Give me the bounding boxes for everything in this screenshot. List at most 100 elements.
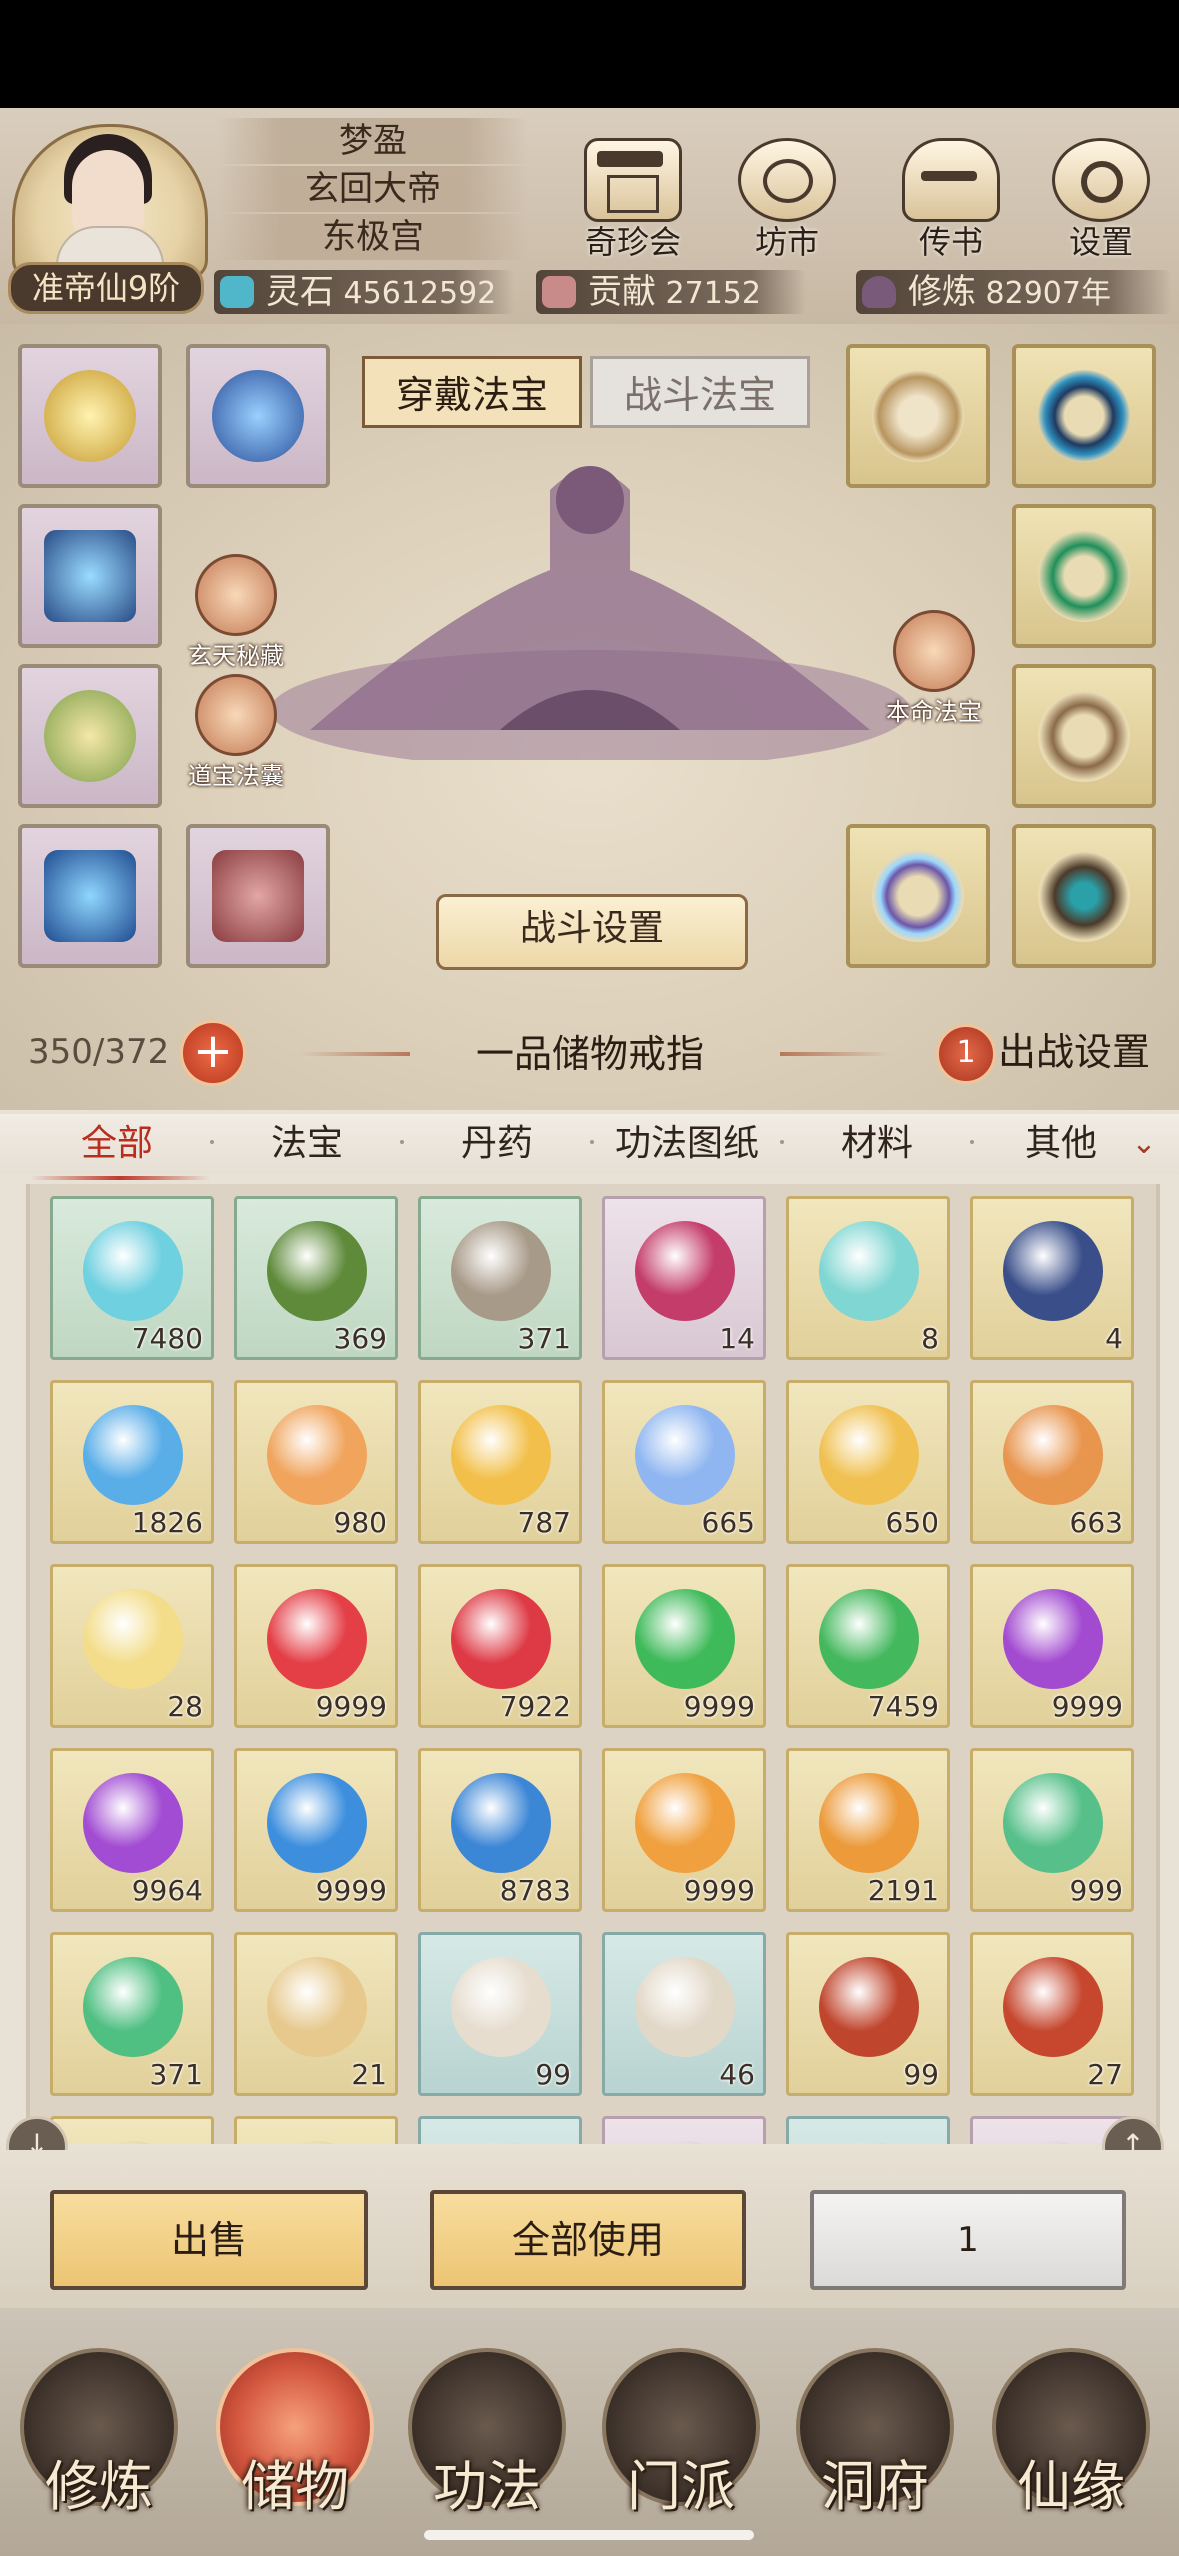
inventory-item[interactable]: 7480 [50, 1196, 214, 1360]
filter-tab-all[interactable]: 全部 [32, 1114, 202, 1174]
inventory-item[interactable]: 371 [50, 1932, 214, 2096]
chevron-down-icon[interactable]: ⌄ [1124, 1122, 1164, 1166]
meditating-figure [270, 466, 910, 760]
equip-slot-boots[interactable] [186, 824, 330, 968]
storage-ring-title: 一品储物戒指 [475, 1032, 704, 1076]
item-icon [267, 1221, 367, 1321]
resource-spirit-stone[interactable]: 灵石 45612592 [214, 270, 514, 314]
player-title: 玄回大帝 [218, 166, 528, 212]
inventory-item[interactable]: 7459 [786, 1564, 950, 1728]
equip-slot-helmet[interactable] [186, 344, 330, 488]
xuantian-treasury-button[interactable]: 玄天秘藏 [188, 554, 284, 670]
resource-contribution[interactable]: 贡献 27152 [536, 270, 806, 314]
inventory-item[interactable]: 21 [234, 1932, 398, 2096]
filter-tab-techniques[interactable]: 功法图纸 [602, 1114, 772, 1174]
equip-slot-pants[interactable] [18, 824, 162, 968]
inventory-item[interactable] [234, 2116, 398, 2144]
resource-cultivation[interactable]: 修炼 82907年 [856, 270, 1172, 314]
inventory-item[interactable]: 8 [786, 1196, 950, 1360]
equip-slot-ring-6[interactable] [1012, 824, 1156, 968]
battle-setup-button[interactable]: 出战设置 [998, 1022, 1150, 1082]
item-quantity: 999 [1069, 1874, 1123, 1907]
inventory-item[interactable]: 665 [602, 1380, 766, 1544]
inventory-item[interactable]: 9999 [970, 1564, 1134, 1728]
inventory-item[interactable]: 2191 [786, 1748, 950, 1912]
inventory-item[interactable]: 999 [970, 1748, 1134, 1912]
nav-label: 门派 [627, 2455, 735, 2518]
inventory-item[interactable]: 8783 [418, 1748, 582, 1912]
inventory-item[interactable]: 9999 [602, 1748, 766, 1912]
inventory-item[interactable]: 4 [970, 1196, 1134, 1360]
equip-slot-ring-4[interactable] [1012, 664, 1156, 808]
market-icon [738, 138, 836, 222]
equip-slot-ring-2[interactable] [1012, 344, 1156, 488]
inventory-item[interactable] [418, 2116, 582, 2144]
daobao-label: 道宝法囊 [188, 762, 284, 790]
filter-separator [590, 1140, 594, 1144]
ring-icon [1038, 690, 1130, 782]
inventory-item[interactable]: 369 [234, 1196, 398, 1360]
resource-label: 灵石 [266, 272, 334, 312]
sell-button[interactable]: 出售 [50, 2190, 368, 2290]
nav-tab-storage-bag[interactable]: 储物 [210, 2348, 380, 2538]
filter-separator [780, 1140, 784, 1144]
inventory-item[interactable]: 663 [970, 1380, 1134, 1544]
ornament-right [780, 1052, 890, 1056]
equip-slot-ring-5[interactable] [846, 824, 990, 968]
equip-slot-armor[interactable] [18, 504, 162, 648]
top-menu-chuanshu[interactable]: 传书 [896, 138, 1006, 261]
inventory-item[interactable]: 650 [786, 1380, 950, 1544]
item-icon [267, 1405, 367, 1505]
inventory-item[interactable]: 28 [50, 1564, 214, 1728]
tab-battle-treasure[interactable]: 战斗法宝 [590, 356, 810, 428]
top-menu-settings[interactable]: 设置 [1046, 138, 1156, 261]
nav-tab-cultivation[interactable]: 修炼 [14, 2348, 184, 2538]
resource-value: 27152 [665, 276, 761, 311]
item-quantity: 369 [333, 1322, 387, 1355]
top-menu-qizhenhui[interactable]: 奇珍会 [578, 138, 688, 261]
nav-tab-cave-abode[interactable]: 洞府 [790, 2348, 960, 2538]
battle-count-badge: 1 [936, 1024, 996, 1084]
equip-slot-ring-1[interactable] [846, 344, 990, 488]
top-menu-label: 坊市 [754, 223, 819, 261]
inventory-item[interactable]: 371 [418, 1196, 582, 1360]
inventory-item[interactable]: 9999 [602, 1564, 766, 1728]
tab-wear-treasure[interactable]: 穿戴法宝 [362, 356, 582, 428]
inventory-item[interactable]: 99 [786, 1932, 950, 2096]
inventory-item[interactable]: 7922 [418, 1564, 582, 1728]
quantity-input[interactable] [810, 2190, 1126, 2290]
equip-slot-necklace[interactable] [18, 344, 162, 488]
equip-slot-bracer[interactable] [18, 664, 162, 808]
treasure-pavilion-icon [584, 138, 682, 222]
daobao-bag-button[interactable]: 道宝法囊 [188, 674, 284, 790]
item-quantity: 371 [149, 2058, 203, 2091]
inventory-item[interactable]: 980 [234, 1380, 398, 1544]
nav-tab-sect-gate[interactable]: 门派 [596, 2348, 766, 2538]
inventory-item[interactable]: 14 [602, 1196, 766, 1360]
filter-tab-other[interactable]: 其他 [976, 1114, 1146, 1174]
inventory-item[interactable]: 46 [602, 1932, 766, 2096]
inventory-item[interactable]: 9999 [234, 1564, 398, 1728]
inventory-item[interactable]: 9964 [50, 1748, 214, 1912]
battle-settings-button[interactable]: 战斗设置 [436, 894, 748, 970]
nav-tab-immortal-fate[interactable]: 仙缘 [986, 2348, 1156, 2538]
inventory-item[interactable]: 99 [418, 1932, 582, 2096]
inventory-item[interactable]: 9999 [234, 1748, 398, 1912]
resource-value: 82907年 [985, 276, 1111, 311]
filter-tab-materials[interactable]: 材料 [792, 1114, 962, 1174]
use-all-button[interactable]: 全部使用 [430, 2190, 746, 2290]
inventory-item[interactable] [786, 2116, 950, 2144]
item-icon [267, 1589, 367, 1689]
natal-treasure-button[interactable]: 本命法宝 [886, 610, 982, 726]
top-menu-fangshi[interactable]: 坊市 [732, 138, 842, 261]
inventory-item[interactable] [602, 2116, 766, 2144]
expand-capacity-button[interactable]: + [180, 1020, 246, 1086]
filter-tab-treasure[interactable]: 法宝 [222, 1114, 392, 1174]
nav-tab-technique-scroll[interactable]: 功法 [402, 2348, 572, 2538]
equip-slot-ring-3[interactable] [1012, 504, 1156, 648]
inventory-item[interactable]: 787 [418, 1380, 582, 1544]
filter-tab-pills[interactable]: 丹药 [412, 1114, 582, 1174]
inventory-item[interactable] [50, 2116, 214, 2144]
inventory-item[interactable]: 1826 [50, 1380, 214, 1544]
inventory-item[interactable]: 27 [970, 1932, 1134, 2096]
